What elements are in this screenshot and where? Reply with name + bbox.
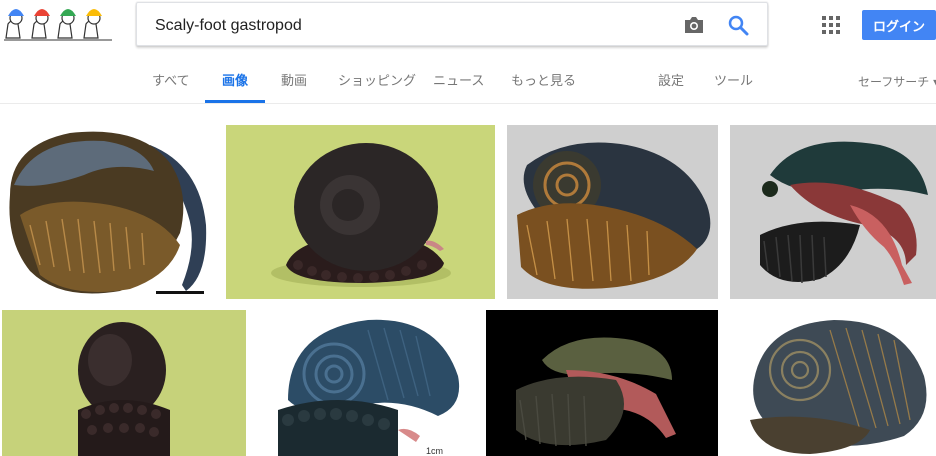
header: ログイン — [0, 0, 936, 56]
image-result-3[interactable] — [507, 125, 718, 299]
tab-all[interactable]: すべて — [152, 56, 190, 103]
image-result-2[interactable] — [226, 125, 495, 299]
settings-link[interactable]: 設定 — [658, 56, 684, 103]
tab-more[interactable]: もっと見る — [511, 56, 576, 103]
search-tabs: すべて 画像 動画 ショッピング ニュース もっと見る 設定 ツール セーフサー… — [0, 56, 936, 104]
image-result-7[interactable] — [486, 310, 718, 456]
image-result-5[interactable] — [2, 310, 246, 456]
search-icon[interactable] — [727, 14, 749, 36]
tab-images[interactable]: 画像 — [205, 56, 265, 103]
login-button[interactable]: ログイン — [862, 10, 936, 40]
image-result-6[interactable]: 1cm — [258, 310, 476, 456]
camera-icon[interactable] — [683, 15, 705, 35]
tab-videos[interactable]: 動画 — [281, 56, 307, 103]
doodle-logo[interactable] — [2, 2, 114, 42]
image-result-4[interactable] — [730, 125, 936, 299]
image-result-8[interactable] — [730, 310, 936, 456]
apps-grid-icon[interactable] — [822, 16, 840, 34]
search-input[interactable] — [153, 11, 657, 41]
tab-shopping[interactable]: ショッピング — [338, 56, 416, 103]
tab-news[interactable]: ニュース — [433, 56, 484, 103]
tools-link[interactable]: ツール — [714, 56, 753, 103]
search-box — [136, 2, 768, 46]
scale-label: 1cm — [426, 446, 444, 456]
image-result-1[interactable] — [0, 125, 216, 299]
image-results-grid: 1cm — [0, 104, 936, 456]
safesearch-menu[interactable]: セーフサーチ ▾ — [858, 56, 936, 103]
